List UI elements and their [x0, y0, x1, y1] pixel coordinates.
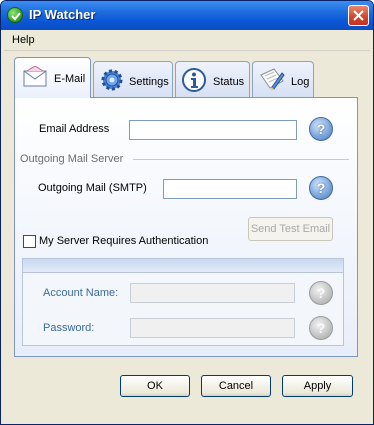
- email-help-icon[interactable]: ?: [309, 117, 333, 141]
- authentication-group-header: [23, 259, 343, 273]
- section-divider: [133, 159, 349, 160]
- smtp-label: Outgoing Mail (SMTP): [38, 182, 147, 194]
- ok-button[interactable]: OK: [120, 375, 190, 397]
- ip-watcher-window: IP Watcher Help E-Mail Settings Status L…: [0, 0, 374, 425]
- account-name-help-icon[interactable]: ?: [309, 281, 333, 305]
- apply-button[interactable]: Apply: [282, 375, 353, 397]
- tab-status-label: Status: [213, 76, 245, 88]
- tab-settings-label: Settings: [129, 76, 169, 88]
- auth-checkbox[interactable]: [23, 235, 36, 248]
- window-title: IP Watcher: [29, 7, 96, 22]
- log-icon: [258, 67, 286, 96]
- cancel-button[interactable]: Cancel: [201, 375, 271, 397]
- app-check-icon: [7, 7, 23, 23]
- close-button[interactable]: [348, 5, 369, 26]
- tab-settings[interactable]: Settings: [93, 61, 173, 97]
- tab-email[interactable]: E-Mail: [14, 57, 91, 98]
- password-label: Password:: [43, 322, 95, 334]
- tab-log[interactable]: Log: [252, 61, 314, 97]
- gear-icon: [99, 67, 125, 96]
- password-input[interactable]: [130, 318, 295, 338]
- envelope-icon: [23, 65, 47, 91]
- tab-email-label: E-Mail: [54, 73, 86, 85]
- outgoing-mail-server-label: Outgoing Mail Server: [20, 153, 124, 165]
- menu-bar: Help: [4, 31, 370, 51]
- email-tab-panel: Email Address ? Outgoing Mail Server Out…: [14, 97, 358, 357]
- email-address-input[interactable]: [129, 120, 297, 140]
- account-name-label: Account Name:: [43, 287, 119, 299]
- email-address-label: Email Address: [39, 123, 110, 135]
- smtp-input[interactable]: [163, 179, 297, 199]
- account-name-input[interactable]: [130, 283, 295, 303]
- authentication-group: Account Name: ? Password: ?: [22, 258, 344, 346]
- auth-checkbox-label[interactable]: My Server Requires Authentication: [39, 235, 208, 247]
- send-test-email-button[interactable]: Send Test Email: [248, 217, 333, 241]
- info-icon: [181, 67, 207, 96]
- close-icon: [353, 10, 364, 21]
- password-help-icon[interactable]: ?: [309, 316, 333, 340]
- smtp-help-icon[interactable]: ?: [309, 176, 333, 200]
- title-bar[interactable]: IP Watcher: [1, 1, 373, 30]
- tab-status[interactable]: Status: [175, 61, 250, 97]
- menu-help[interactable]: Help: [12, 34, 35, 46]
- tab-log-label: Log: [291, 76, 310, 88]
